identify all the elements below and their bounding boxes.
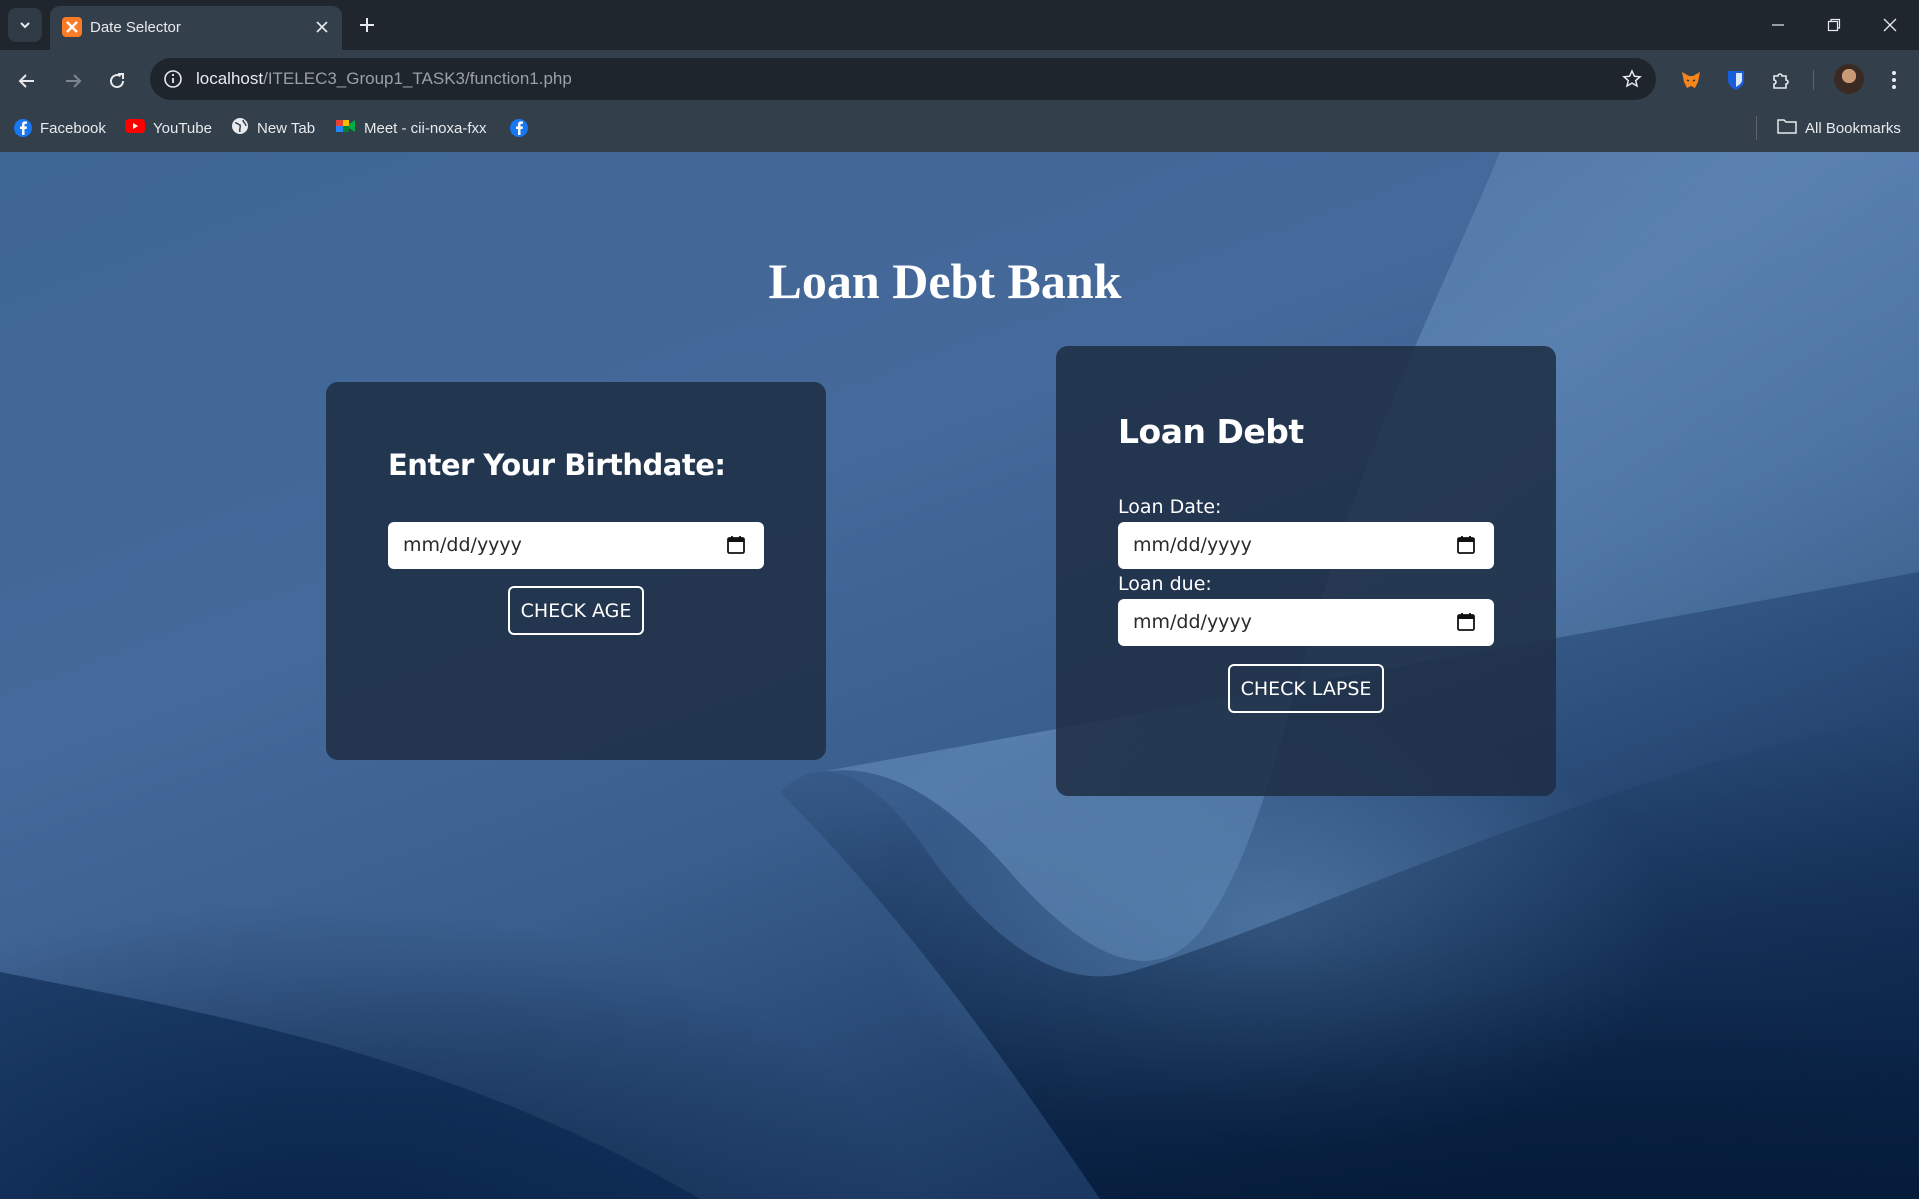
close-tab-icon[interactable] xyxy=(312,17,332,37)
plus-icon xyxy=(360,18,374,32)
chevron-down-icon xyxy=(20,22,30,29)
more-menu-icon[interactable] xyxy=(1878,64,1910,96)
loan-due-label: Loan due: xyxy=(1118,573,1212,595)
facebook-icon xyxy=(14,119,32,137)
calendar-icon[interactable] xyxy=(1456,612,1476,632)
bookmark-new-tab[interactable]: New Tab xyxy=(231,116,315,140)
minimize-icon xyxy=(1772,24,1784,26)
arrow-left-icon xyxy=(18,74,34,88)
reload-button[interactable] xyxy=(100,64,134,98)
birthdate-placeholder: mm/dd/yyyy xyxy=(403,534,522,556)
minimize-button[interactable] xyxy=(1758,8,1798,42)
arrow-right-icon xyxy=(66,74,82,88)
tab-search-button[interactable] xyxy=(8,8,42,42)
close-window-button[interactable] xyxy=(1870,8,1910,42)
loan-debt-card: Loan Debt Loan Date: mm/dd/yyyy Loan due… xyxy=(1056,346,1556,796)
reload-icon xyxy=(110,73,125,89)
bookmark-label: Facebook xyxy=(40,119,106,137)
page-viewport: Loan Debt Bank Enter Your Birthdate: mm/… xyxy=(0,152,1919,1199)
restore-icon xyxy=(1827,18,1841,32)
bitwarden-extension-icon[interactable] xyxy=(1720,64,1752,96)
restore-button[interactable] xyxy=(1814,8,1854,42)
profile-avatar[interactable] xyxy=(1834,64,1864,94)
birthdate-heading: Enter Your Birthdate: xyxy=(388,448,726,482)
address-bar[interactable]: localhost/ITELEC3_Group1_TASK3/function1… xyxy=(150,58,1656,100)
bookmark-star-icon[interactable] xyxy=(1620,67,1644,91)
folder-icon xyxy=(1777,118,1797,138)
browser-tab-active[interactable]: Date Selector xyxy=(50,6,342,50)
globe-icon xyxy=(231,117,249,139)
loan-due-input[interactable]: mm/dd/yyyy xyxy=(1118,599,1494,646)
bookmarks-divider xyxy=(1756,116,1757,140)
loan-debt-heading: Loan Debt xyxy=(1118,412,1304,451)
youtube-icon xyxy=(125,119,145,137)
new-tab-button[interactable] xyxy=(352,10,382,40)
bookmark-meet[interactable]: Meet - cii-noxa-fxx xyxy=(336,116,487,140)
bookmark-label: YouTube xyxy=(153,119,212,137)
site-info-icon[interactable] xyxy=(160,66,186,92)
metamask-extension-icon[interactable] xyxy=(1675,64,1707,96)
forward-button[interactable] xyxy=(56,64,90,98)
toolbar-divider xyxy=(1813,70,1814,90)
loan-date-label: Loan Date: xyxy=(1118,496,1222,518)
extensions-puzzle-icon[interactable] xyxy=(1765,64,1797,96)
close-icon xyxy=(1883,18,1897,32)
bookmark-youtube[interactable]: YouTube xyxy=(125,116,212,140)
calendar-icon[interactable] xyxy=(1456,535,1476,555)
loan-date-input[interactable]: mm/dd/yyyy xyxy=(1118,522,1494,569)
all-bookmarks-label: All Bookmarks xyxy=(1805,119,1901,137)
meet-icon xyxy=(336,118,356,138)
browser-titlebar: Date Selector xyxy=(0,0,1919,50)
bookmark-label: New Tab xyxy=(257,119,316,137)
loan-date-placeholder: mm/dd/yyyy xyxy=(1133,534,1252,556)
loan-due-placeholder: mm/dd/yyyy xyxy=(1133,611,1252,633)
bookmark-facebook-2[interactable] xyxy=(510,116,528,140)
birthdate-card: Enter Your Birthdate: mm/dd/yyyy CHECK A… xyxy=(326,382,826,760)
url-path: /ITELEC3_Group1_TASK3/function1.php xyxy=(263,69,572,88)
check-lapse-button[interactable]: CHECK LAPSE xyxy=(1228,664,1384,713)
check-age-button[interactable]: CHECK AGE xyxy=(508,586,644,635)
tab-title: Date Selector xyxy=(90,19,181,36)
url-host: localhost xyxy=(196,69,264,88)
url-text[interactable]: localhost/ITELEC3_Group1_TASK3/function1… xyxy=(196,69,572,89)
bookmark-label: Meet - cii-noxa-fxx xyxy=(364,119,487,137)
bookmark-facebook[interactable]: Facebook xyxy=(14,116,106,140)
browser-toolbar: localhost/ITELEC3_Group1_TASK3/function1… xyxy=(0,50,1919,158)
calendar-icon[interactable] xyxy=(726,535,746,555)
back-button[interactable] xyxy=(10,64,44,98)
page-title: Loan Debt Bank xyxy=(768,253,1122,309)
facebook-icon xyxy=(510,119,528,137)
all-bookmarks-button[interactable]: All Bookmarks xyxy=(1777,116,1901,140)
xampp-icon xyxy=(62,17,82,37)
birthdate-input[interactable]: mm/dd/yyyy xyxy=(388,522,764,569)
